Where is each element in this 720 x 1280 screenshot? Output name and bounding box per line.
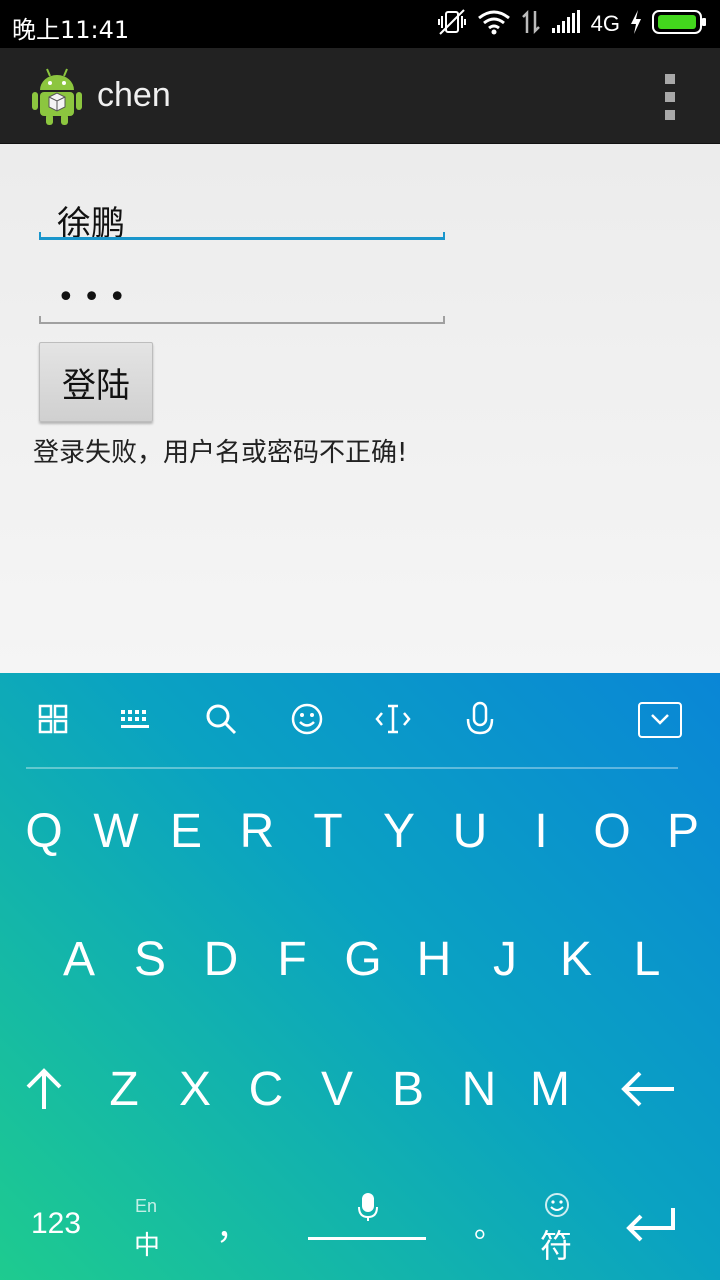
password-input[interactable]: ••• (39, 274, 445, 324)
charging-icon (630, 10, 642, 38)
key-r[interactable]: R (222, 791, 292, 871)
key-s[interactable]: S (115, 919, 185, 999)
status-time: 晚上11:41 (12, 16, 130, 44)
action-bar: chen (0, 48, 720, 144)
keyboard-divider (26, 767, 678, 769)
symbols-label: 符 (540, 1227, 573, 1265)
key-w[interactable]: W (81, 791, 151, 871)
network-type: 4G (590, 11, 620, 36)
space-bar-line (308, 1237, 426, 1240)
key-u[interactable]: U (435, 791, 505, 871)
lang-zh-label: 中 (134, 1231, 161, 1261)
key-d[interactable]: D (186, 919, 256, 999)
period-key[interactable]: 。 (454, 1179, 524, 1269)
key-a[interactable]: A (44, 919, 114, 999)
key-y[interactable]: Y (364, 791, 434, 871)
android-robot-icon (30, 66, 84, 126)
key-f[interactable]: F (257, 919, 327, 999)
backspace-key[interactable] (612, 1049, 684, 1129)
login-form: 徐鹏 ••• 登陆 登录失败，用户名或密码不正确! (0, 144, 720, 673)
error-message: 登录失败，用户名或密码不正确! (33, 438, 408, 468)
voice-input-icon (358, 1193, 378, 1221)
key-h[interactable]: H (399, 919, 469, 999)
symbols-key[interactable]: 符 (534, 1188, 580, 1265)
status-icons: 4G (437, 8, 708, 40)
shift-arrow-icon (26, 1068, 62, 1109)
password-underline (39, 316, 445, 324)
username-underline (39, 232, 445, 240)
backspace-arrow-icon (621, 1071, 674, 1107)
hide-keyboard-icon[interactable] (638, 702, 682, 738)
key-e[interactable]: E (151, 791, 221, 871)
grid-icon[interactable] (33, 699, 73, 739)
key-p[interactable]: P (648, 791, 718, 871)
language-switch-key[interactable]: En 中 (118, 1193, 178, 1263)
key-n[interactable]: N (444, 1049, 514, 1129)
key-q[interactable]: Q (9, 791, 79, 871)
key-j[interactable]: J (470, 919, 540, 999)
enter-key[interactable] (615, 1179, 687, 1269)
key-l[interactable]: L (612, 919, 682, 999)
wifi-icon (477, 9, 511, 39)
signal-icon (551, 10, 581, 38)
soft-keyboard: Q W E R T Y U I O P A S D F G H J K L Z … (0, 673, 720, 1280)
smile-icon (545, 1193, 569, 1217)
numbers-key[interactable]: 123 (20, 1179, 92, 1269)
app-title: chen (97, 76, 171, 114)
overflow-dot (665, 74, 675, 84)
password-value: ••• (57, 280, 135, 315)
key-o[interactable]: O (577, 791, 647, 871)
key-i[interactable]: I (506, 791, 576, 871)
key-b[interactable]: B (373, 1049, 443, 1129)
comma-key[interactable]: ， (198, 1179, 268, 1269)
microphone-icon[interactable] (460, 699, 500, 739)
key-g[interactable]: G (328, 919, 398, 999)
battery-icon (652, 9, 708, 39)
overflow-menu-icon[interactable] (662, 74, 678, 120)
search-icon[interactable] (201, 699, 241, 739)
key-z[interactable]: Z (89, 1049, 159, 1129)
key-x[interactable]: X (160, 1049, 230, 1129)
key-m[interactable]: M (515, 1049, 585, 1129)
keyboard-toolbar (0, 673, 720, 768)
lang-en-label: En (135, 1196, 158, 1216)
emoji-icon[interactable] (287, 699, 327, 739)
enter-arrow-icon (626, 1208, 675, 1242)
keyboard-icon[interactable] (115, 699, 155, 739)
key-t[interactable]: T (293, 791, 363, 871)
status-bar: 晚上11:41 4G (0, 0, 720, 48)
data-transfer-icon (521, 9, 541, 39)
key-c[interactable]: C (231, 1049, 301, 1129)
vibrate-off-icon (437, 8, 467, 40)
key-k[interactable]: K (541, 919, 611, 999)
username-input[interactable]: 徐鹏 (39, 190, 445, 244)
cursor-icon[interactable] (373, 699, 413, 739)
overflow-dot (665, 110, 675, 120)
key-v[interactable]: V (302, 1049, 372, 1129)
space-key[interactable] (308, 1188, 426, 1248)
overflow-dot (665, 92, 675, 102)
login-button[interactable]: 登陆 (39, 342, 153, 422)
shift-key[interactable] (9, 1049, 79, 1129)
